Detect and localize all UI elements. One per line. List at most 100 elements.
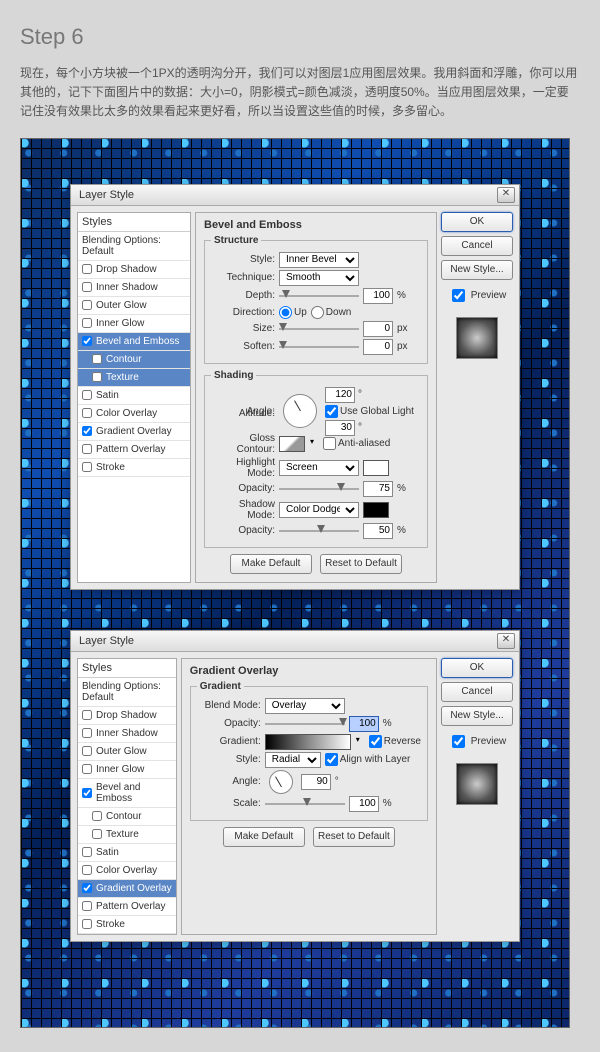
row-color-overlay[interactable]: Color Overlay [78,405,190,423]
blend-select[interactable]: Overlay [265,698,345,714]
row-contour[interactable]: Contour [78,808,176,826]
gangle-dial[interactable] [269,770,293,794]
highlight-color-swatch[interactable] [363,460,389,476]
row-stroke[interactable]: Stroke [78,916,176,934]
highlight-select[interactable]: Screen [279,460,359,476]
chk-color-overlay[interactable] [82,865,92,875]
chk-inner-shadow[interactable] [82,728,92,738]
chk-texture[interactable] [92,829,102,839]
style-select[interactable]: Inner Bevel [279,252,359,268]
row-texture[interactable]: Texture [78,369,190,387]
angle-input[interactable] [325,387,355,403]
opacity-input[interactable] [349,716,379,732]
row-pattern-overlay[interactable]: Pattern Overlay [78,441,190,459]
chk-bevel[interactable] [82,336,92,346]
row-bevel-emboss[interactable]: Bevel and Emboss [78,333,190,351]
make-default-button[interactable]: Make Default [230,554,312,574]
depth-input[interactable] [363,288,393,304]
row-inner-glow[interactable]: Inner Glow [78,315,190,333]
chk-inner-glow[interactable] [82,318,92,328]
titlebar[interactable]: Layer Style ✕ [71,185,519,206]
row-inner-shadow[interactable]: Inner Shadow [78,725,176,743]
reset-default-button[interactable]: Reset to Default [313,827,395,847]
row-blending-options[interactable]: Blending Options: Default [78,678,176,707]
direction-down[interactable]: Down [311,306,352,319]
sh-opacity-slider[interactable] [279,527,359,535]
row-stroke[interactable]: Stroke [78,459,190,477]
chk-satin[interactable] [82,847,92,857]
row-drop-shadow[interactable]: Drop Shadow [78,707,176,725]
chk-outer-glow[interactable] [82,300,92,310]
make-default-button[interactable]: Make Default [223,827,305,847]
reset-default-button[interactable]: Reset to Default [320,554,402,574]
use-global-light[interactable]: Use Global Light [325,405,414,418]
opacity-slider[interactable] [265,720,345,728]
anti-aliased[interactable]: Anti-aliased [323,437,390,450]
technique-select[interactable]: Smooth [279,270,359,286]
hl-opacity-input[interactable] [363,481,393,497]
row-color-overlay[interactable]: Color Overlay [78,862,176,880]
chk-inner-shadow[interactable] [82,282,92,292]
row-gradient-overlay[interactable]: Gradient Overlay [78,423,190,441]
direction-up[interactable]: Up [279,306,307,319]
chk-gradient-overlay[interactable] [82,883,92,893]
row-blending-options[interactable]: Blending Options: Default [78,232,190,261]
chk-stroke[interactable] [82,462,92,472]
new-style-button[interactable]: New Style... [441,706,513,726]
size-input[interactable] [363,321,393,337]
chk-stroke[interactable] [82,919,92,929]
align-checkbox[interactable]: Align with Layer [325,753,411,766]
scale-input[interactable] [349,796,379,812]
row-inner-glow[interactable]: Inner Glow [78,761,176,779]
soften-slider[interactable] [279,343,359,351]
gstyle-select[interactable]: Radial [265,752,321,768]
reverse-checkbox[interactable]: Reverse [369,735,421,748]
close-icon[interactable]: ✕ [497,633,515,649]
row-outer-glow[interactable]: Outer Glow [78,743,176,761]
cancel-button[interactable]: Cancel [441,236,513,256]
gangle-input[interactable] [301,774,331,790]
row-pattern-overlay[interactable]: Pattern Overlay [78,898,176,916]
cancel-button[interactable]: Cancel [441,682,513,702]
preview-checkbox[interactable]: Preview [448,286,507,305]
row-satin[interactable]: Satin [78,844,176,862]
soften-input[interactable] [363,339,393,355]
chk-contour[interactable] [92,354,102,364]
row-drop-shadow[interactable]: Drop Shadow [78,261,190,279]
preview-checkbox[interactable]: Preview [448,732,507,751]
new-style-button[interactable]: New Style... [441,260,513,280]
ok-button[interactable]: OK [441,212,513,232]
titlebar[interactable]: Layer Style ✕ [71,631,519,652]
shadow-select[interactable]: Color Dodge [279,502,359,518]
chk-bevel[interactable] [82,788,92,798]
altitude-input[interactable] [325,420,355,436]
chk-texture[interactable] [92,372,102,382]
gloss-contour-swatch[interactable] [279,436,305,452]
sh-opacity-input[interactable] [363,523,393,539]
row-gradient-overlay[interactable]: Gradient Overlay [78,880,176,898]
styles-list[interactable]: Styles Blending Options: Default Drop Sh… [77,212,191,583]
row-satin[interactable]: Satin [78,387,190,405]
chk-drop-shadow[interactable] [82,710,92,720]
row-texture[interactable]: Texture [78,826,176,844]
size-slider[interactable] [279,325,359,333]
row-outer-glow[interactable]: Outer Glow [78,297,190,315]
chk-outer-glow[interactable] [82,746,92,756]
chk-gradient-overlay[interactable] [82,426,92,436]
shadow-color-swatch[interactable] [363,502,389,518]
chk-drop-shadow[interactable] [82,264,92,274]
gradient-swatch[interactable] [265,734,351,750]
row-inner-shadow[interactable]: Inner Shadow [78,279,190,297]
close-icon[interactable]: ✕ [497,187,515,203]
row-bevel-emboss[interactable]: Bevel and Emboss [78,779,176,808]
angle-dial[interactable] [283,394,317,428]
depth-slider[interactable] [279,292,359,300]
chk-pattern-overlay[interactable] [82,444,92,454]
row-contour[interactable]: Contour [78,351,190,369]
chk-pattern-overlay[interactable] [82,901,92,911]
chk-inner-glow[interactable] [82,764,92,774]
chk-contour[interactable] [92,811,102,821]
chk-color-overlay[interactable] [82,408,92,418]
chk-satin[interactable] [82,390,92,400]
scale-slider[interactable] [265,800,345,808]
